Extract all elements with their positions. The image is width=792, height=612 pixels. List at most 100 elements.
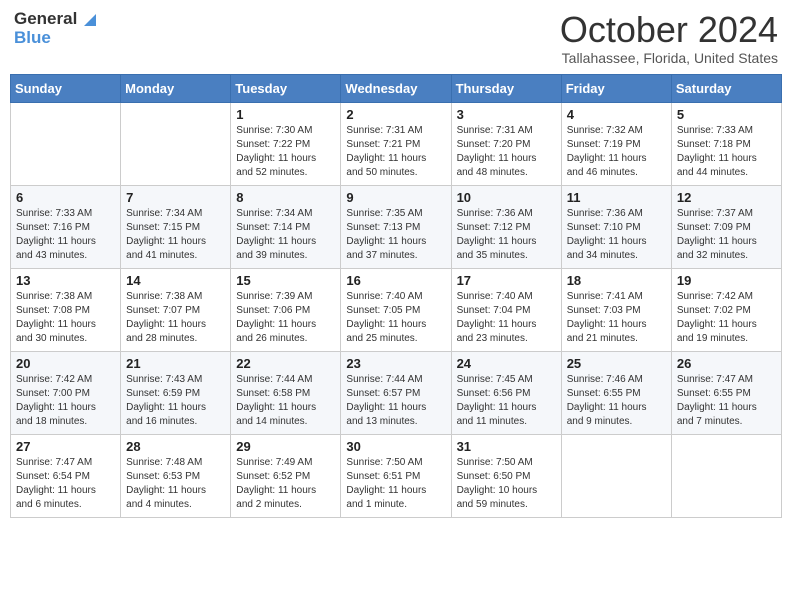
day-cell: 18 Sunrise: 7:41 AM Sunset: 7:03 PM Dayli…	[561, 268, 671, 351]
day-cell: 29 Sunrise: 7:49 AM Sunset: 6:52 PM Dayli…	[231, 434, 341, 517]
day-info: Sunrise: 7:40 AM Sunset: 7:04 PM Dayligh…	[457, 290, 556, 346]
day-number: 18	[567, 273, 666, 288]
day-info: Sunrise: 7:35 AM Sunset: 7:13 PM Dayligh…	[346, 207, 445, 263]
day-cell: 5Sunrise: 7:33 AM Sunset: 7:18 PM Daylig…	[671, 102, 781, 185]
day-cell: 23Sunrise: 7:44 AM Sunset: 6:57 PM Dayli…	[341, 351, 451, 434]
day-info: Sunrise: 7:48 AM Sunset: 6:53 PM Dayligh…	[126, 456, 225, 512]
day-cell: 8 Sunrise: 7:34 AM Sunset: 7:14 PM Daylig…	[231, 185, 341, 268]
day-cell	[121, 102, 231, 185]
logo-general: General	[14, 10, 96, 29]
day-number: 7	[126, 190, 225, 205]
day-cell: 17Sunrise: 7:40 AM Sunset: 7:04 PM Dayli…	[451, 268, 561, 351]
weekday-header-row: SundayMondayTuesdayWednesdayThursdayFrid…	[11, 74, 782, 102]
day-number: 14	[126, 273, 225, 288]
day-info: Sunrise: 7:45 AM Sunset: 6:56 PM Dayligh…	[457, 373, 556, 429]
week-row-2: 6 Sunrise: 7:33 AM Sunset: 7:16 PM Daylig…	[11, 185, 782, 268]
day-number: 15	[236, 273, 335, 288]
day-cell: 22Sunrise: 7:44 AM Sunset: 6:58 PM Dayli…	[231, 351, 341, 434]
day-cell: 27 Sunrise: 7:47 AM Sunset: 6:54 PM Dayli…	[11, 434, 121, 517]
weekday-header-tuesday: Tuesday	[231, 74, 341, 102]
day-number: 5	[677, 107, 776, 122]
calendar-table: SundayMondayTuesdayWednesdayThursdayFrid…	[10, 74, 782, 518]
day-number: 21	[126, 356, 225, 371]
day-info: Sunrise: 7:41 AM Sunset: 7:03 PM Dayligh…	[567, 290, 666, 346]
day-cell: 24 Sunrise: 7:45 AM Sunset: 6:56 PM Dayli…	[451, 351, 561, 434]
day-cell: 14 Sunrise: 7:38 AM Sunset: 7:07 PM Dayli…	[121, 268, 231, 351]
day-info: Sunrise: 7:34 AM Sunset: 7:15 PM Dayligh…	[126, 207, 225, 263]
day-cell: 15 Sunrise: 7:39 AM Sunset: 7:06 PM Dayli…	[231, 268, 341, 351]
weekday-header-monday: Monday	[121, 74, 231, 102]
weekday-header-sunday: Sunday	[11, 74, 121, 102]
day-info: Sunrise: 7:39 AM Sunset: 7:06 PM Dayligh…	[236, 290, 335, 346]
day-info: Sunrise: 7:32 AM Sunset: 7:19 PM Dayligh…	[567, 124, 666, 180]
day-number: 19	[677, 273, 776, 288]
week-row-5: 27 Sunrise: 7:47 AM Sunset: 6:54 PM Dayli…	[11, 434, 782, 517]
day-info: Sunrise: 7:36 AM Sunset: 7:12 PM Dayligh…	[457, 207, 556, 263]
weekday-header-wednesday: Wednesday	[341, 74, 451, 102]
day-info: Sunrise: 7:38 AM Sunset: 7:07 PM Dayligh…	[126, 290, 225, 346]
day-number: 27	[16, 439, 115, 454]
day-cell: 25Sunrise: 7:46 AM Sunset: 6:55 PM Dayli…	[561, 351, 671, 434]
day-info: Sunrise: 7:42 AM Sunset: 7:00 PM Dayligh…	[16, 373, 115, 429]
weekday-header-friday: Friday	[561, 74, 671, 102]
day-cell: 30 Sunrise: 7:50 AM Sunset: 6:51 PM Dayli…	[341, 434, 451, 517]
day-number: 16	[346, 273, 445, 288]
day-cell: 1 Sunrise: 7:30 AM Sunset: 7:22 PM Daylig…	[231, 102, 341, 185]
day-info: Sunrise: 7:30 AM Sunset: 7:22 PM Dayligh…	[236, 124, 335, 180]
day-number: 31	[457, 439, 556, 454]
day-number: 12	[677, 190, 776, 205]
day-info: Sunrise: 7:31 AM Sunset: 7:20 PM Dayligh…	[457, 124, 556, 180]
weekday-header-saturday: Saturday	[671, 74, 781, 102]
day-cell	[11, 102, 121, 185]
day-info: Sunrise: 7:49 AM Sunset: 6:52 PM Dayligh…	[236, 456, 335, 512]
day-cell: 21 Sunrise: 7:43 AM Sunset: 6:59 PM Dayli…	[121, 351, 231, 434]
day-cell: 11 Sunrise: 7:36 AM Sunset: 7:10 PM Dayli…	[561, 185, 671, 268]
day-info: Sunrise: 7:34 AM Sunset: 7:14 PM Dayligh…	[236, 207, 335, 263]
day-cell: 7 Sunrise: 7:34 AM Sunset: 7:15 PM Daylig…	[121, 185, 231, 268]
week-row-3: 13Sunrise: 7:38 AM Sunset: 7:08 PM Dayli…	[11, 268, 782, 351]
week-row-1: 1 Sunrise: 7:30 AM Sunset: 7:22 PM Daylig…	[11, 102, 782, 185]
day-number: 29	[236, 439, 335, 454]
logo: General Blue	[14, 10, 96, 47]
week-row-4: 20Sunrise: 7:42 AM Sunset: 7:00 PM Dayli…	[11, 351, 782, 434]
day-info: Sunrise: 7:40 AM Sunset: 7:05 PM Dayligh…	[346, 290, 445, 346]
day-info: Sunrise: 7:31 AM Sunset: 7:21 PM Dayligh…	[346, 124, 445, 180]
day-number: 11	[567, 190, 666, 205]
day-number: 1	[236, 107, 335, 122]
day-info: Sunrise: 7:47 AM Sunset: 6:55 PM Dayligh…	[677, 373, 776, 429]
title-block: October 2024 Tallahassee, Florida, Unite…	[560, 10, 778, 66]
day-cell: 16 Sunrise: 7:40 AM Sunset: 7:05 PM Dayli…	[341, 268, 451, 351]
day-number: 8	[236, 190, 335, 205]
day-number: 30	[346, 439, 445, 454]
day-info: Sunrise: 7:50 AM Sunset: 6:51 PM Dayligh…	[346, 456, 445, 512]
day-info: Sunrise: 7:44 AM Sunset: 6:57 PM Dayligh…	[346, 373, 445, 429]
weekday-header-thursday: Thursday	[451, 74, 561, 102]
day-info: Sunrise: 7:43 AM Sunset: 6:59 PM Dayligh…	[126, 373, 225, 429]
day-number: 26	[677, 356, 776, 371]
day-cell: 4 Sunrise: 7:32 AM Sunset: 7:19 PM Daylig…	[561, 102, 671, 185]
day-info: Sunrise: 7:50 AM Sunset: 6:50 PM Dayligh…	[457, 456, 556, 512]
location: Tallahassee, Florida, United States	[560, 50, 778, 66]
day-info: Sunrise: 7:46 AM Sunset: 6:55 PM Dayligh…	[567, 373, 666, 429]
page-header: General Blue October 2024 Tallahassee, F…	[10, 10, 782, 66]
day-cell	[561, 434, 671, 517]
day-cell: 12 Sunrise: 7:37 AM Sunset: 7:09 PM Dayli…	[671, 185, 781, 268]
day-cell: 26 Sunrise: 7:47 AM Sunset: 6:55 PM Dayli…	[671, 351, 781, 434]
day-number: 22	[236, 356, 335, 371]
day-cell: 19Sunrise: 7:42 AM Sunset: 7:02 PM Dayli…	[671, 268, 781, 351]
day-info: Sunrise: 7:37 AM Sunset: 7:09 PM Dayligh…	[677, 207, 776, 263]
logo-blue: Blue	[14, 29, 96, 48]
day-cell: 13Sunrise: 7:38 AM Sunset: 7:08 PM Dayli…	[11, 268, 121, 351]
day-cell: 2Sunrise: 7:31 AM Sunset: 7:21 PM Daylig…	[341, 102, 451, 185]
day-info: Sunrise: 7:33 AM Sunset: 7:16 PM Dayligh…	[16, 207, 115, 263]
day-number: 6	[16, 190, 115, 205]
day-cell: 10 Sunrise: 7:36 AM Sunset: 7:12 PM Dayli…	[451, 185, 561, 268]
day-number: 10	[457, 190, 556, 205]
day-cell: 9Sunrise: 7:35 AM Sunset: 7:13 PM Daylig…	[341, 185, 451, 268]
day-cell: 20Sunrise: 7:42 AM Sunset: 7:00 PM Dayli…	[11, 351, 121, 434]
day-info: Sunrise: 7:47 AM Sunset: 6:54 PM Dayligh…	[16, 456, 115, 512]
day-number: 4	[567, 107, 666, 122]
day-info: Sunrise: 7:36 AM Sunset: 7:10 PM Dayligh…	[567, 207, 666, 263]
day-number: 24	[457, 356, 556, 371]
day-cell: 31 Sunrise: 7:50 AM Sunset: 6:50 PM Dayli…	[451, 434, 561, 517]
